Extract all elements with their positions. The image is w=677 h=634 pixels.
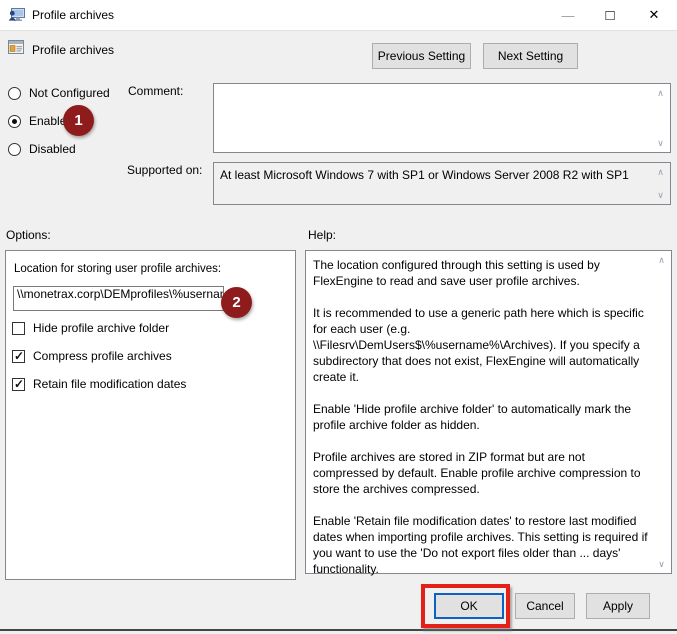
radio-enabled-circle[interactable] bbox=[8, 115, 21, 128]
help-paragraph: Profile archives are stored in ZIP forma… bbox=[313, 449, 651, 497]
help-paragraph: The location configured through this set… bbox=[313, 257, 651, 289]
checkbox-compress-profile-archives[interactable]: Compress profile archives bbox=[12, 349, 172, 363]
radio-not-configured-label: Not Configured bbox=[29, 86, 110, 100]
setting-title: Profile archives bbox=[32, 43, 114, 57]
help-paragraph: It is recommended to use a generic path … bbox=[313, 305, 651, 385]
next-setting-button[interactable]: Next Setting bbox=[483, 43, 578, 69]
maximize-icon: □ bbox=[605, 7, 614, 24]
group-policy-app-icon bbox=[8, 7, 25, 27]
supported-on-box: At least Microsoft Windows 7 with SP1 or… bbox=[213, 162, 671, 205]
minimize-icon: — bbox=[562, 8, 575, 23]
checkbox-retain-file-dates[interactable]: Retain file modification dates bbox=[12, 377, 186, 391]
ok-button-label: OK bbox=[460, 599, 477, 613]
cancel-button[interactable]: Cancel bbox=[515, 593, 575, 619]
checkbox-hide-box[interactable] bbox=[12, 322, 25, 335]
help-section-label: Help: bbox=[308, 228, 336, 242]
ok-button[interactable]: OK bbox=[434, 593, 504, 619]
close-icon: ✕ bbox=[649, 7, 660, 23]
help-paragraph: Enable 'Retain file modification dates' … bbox=[313, 513, 651, 577]
supported-on-value: At least Microsoft Windows 7 with SP1 or… bbox=[220, 168, 650, 182]
previous-setting-label: Previous Setting bbox=[378, 49, 465, 63]
annotation-step-2: 2 bbox=[221, 287, 252, 318]
checkbox-retain-box[interactable] bbox=[12, 378, 25, 391]
checkbox-retain-label: Retain file modification dates bbox=[33, 377, 186, 391]
annotation-step-1: 1 bbox=[63, 105, 94, 136]
annotation-step-2-number: 2 bbox=[232, 294, 240, 311]
scroll-down-icon[interactable]: ∨ bbox=[654, 137, 667, 149]
close-button[interactable]: ✕ bbox=[638, 0, 670, 30]
comment-label: Comment: bbox=[128, 84, 183, 98]
checkbox-hide-profile-archive-folder[interactable]: Hide profile archive folder bbox=[12, 321, 169, 335]
next-setting-label: Next Setting bbox=[498, 49, 563, 63]
apply-button-label: Apply bbox=[603, 599, 633, 613]
apply-button[interactable]: Apply bbox=[586, 593, 650, 619]
scroll-up-icon: ∧ bbox=[654, 166, 667, 178]
minimize-button[interactable]: — bbox=[552, 0, 584, 30]
comment-textarea[interactable]: ∧ ∨ bbox=[213, 83, 671, 153]
scroll-down-icon: ∨ bbox=[654, 189, 667, 201]
radio-not-configured[interactable]: Not Configured bbox=[8, 86, 110, 100]
scroll-up-icon[interactable]: ∧ bbox=[654, 87, 667, 99]
previous-setting-button[interactable]: Previous Setting bbox=[372, 43, 471, 69]
title-bar: Profile archives — □ ✕ bbox=[0, 0, 677, 31]
help-panel: The location configured through this set… bbox=[305, 250, 672, 574]
window-title: Profile archives bbox=[32, 8, 114, 22]
radio-disabled-circle[interactable] bbox=[8, 143, 21, 156]
cancel-button-label: Cancel bbox=[526, 599, 563, 613]
annotation-step-1-number: 1 bbox=[74, 112, 82, 129]
checkbox-compress-box[interactable] bbox=[12, 350, 25, 363]
location-label: Location for storing user profile archiv… bbox=[14, 263, 221, 275]
options-section-label: Options: bbox=[6, 228, 51, 242]
help-paragraph: Enable 'Hide profile archive folder' to … bbox=[313, 401, 651, 433]
scroll-down-icon[interactable]: ∨ bbox=[655, 558, 668, 570]
options-panel: Location for storing user profile archiv… bbox=[5, 250, 296, 580]
location-input[interactable]: \\monetrax.corp\DEMprofiles\%username% bbox=[13, 286, 224, 311]
window-bottom-edge bbox=[0, 629, 677, 631]
checkbox-compress-label: Compress profile archives bbox=[33, 349, 172, 363]
policy-setting-icon bbox=[8, 39, 24, 58]
maximize-button[interactable]: □ bbox=[594, 0, 626, 30]
supported-on-label: Supported on: bbox=[127, 163, 202, 177]
scroll-up-icon[interactable]: ∧ bbox=[655, 254, 668, 266]
checkbox-hide-label: Hide profile archive folder bbox=[33, 321, 169, 335]
radio-disabled[interactable]: Disabled bbox=[8, 142, 76, 156]
radio-disabled-label: Disabled bbox=[29, 142, 76, 156]
radio-not-configured-circle[interactable] bbox=[8, 87, 21, 100]
help-text: The location configured through this set… bbox=[313, 257, 651, 593]
profile-archives-dialog: Profile archives — □ ✕ Profile archives … bbox=[0, 0, 677, 634]
